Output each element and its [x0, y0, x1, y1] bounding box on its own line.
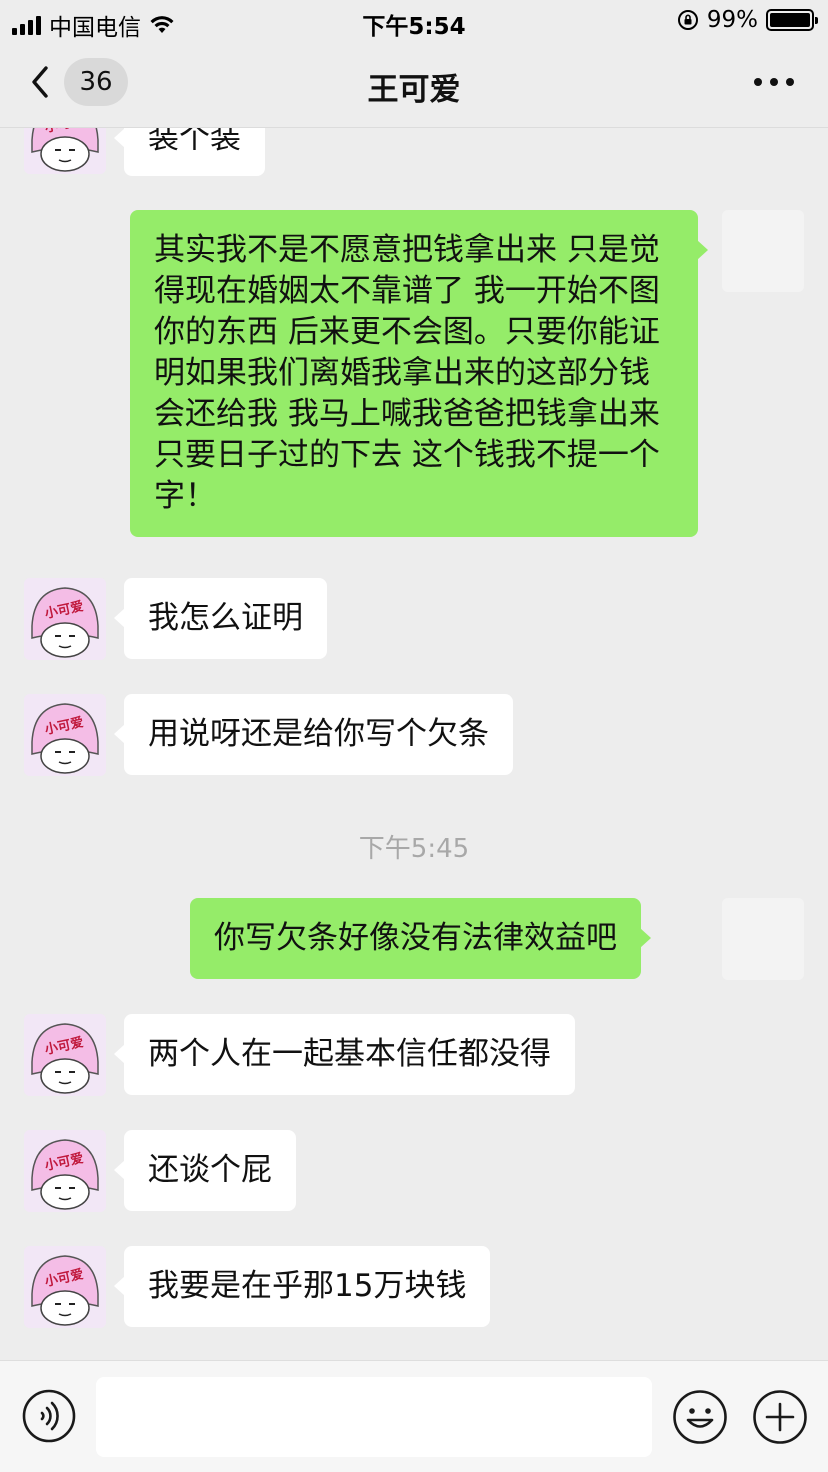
- my-avatar[interactable]: [722, 210, 804, 292]
- plus-icon[interactable]: [752, 1389, 808, 1445]
- battery-icon: [766, 9, 818, 31]
- contact-avatar[interactable]: 小可爱: [24, 1014, 106, 1096]
- message-bubble[interactable]: 其实我不是不愿意把钱拿出来 只是觉得现在婚姻太不靠谱了 我一开始不图你的东西 后…: [130, 210, 708, 537]
- meme-face-icon: 小可爱: [24, 694, 106, 776]
- message-timestamp: 下午5:45: [358, 834, 470, 864]
- meme-face-icon: 小可爱: [24, 128, 106, 174]
- contact-avatar[interactable]: 小可爱: [24, 1130, 106, 1212]
- contact-avatar[interactable]: 小可爱: [24, 694, 106, 776]
- more-dots-icon: [754, 78, 762, 86]
- message-bubble[interactable]: 我怎么证明: [114, 578, 327, 659]
- chat-area[interactable]: 小可爱 装个装 其实我不是不愿意把钱拿出来 只是觉得现在婚姻太不靠谱了 我一开始…: [0, 128, 828, 1360]
- meme-face-icon: 小可爱: [24, 1246, 106, 1328]
- chat-title: 王可爱: [367, 72, 461, 108]
- contact-avatar[interactable]: 小可爱: [24, 578, 106, 660]
- voice-icon[interactable]: [22, 1389, 76, 1443]
- meme-face-icon: 小可爱: [24, 1130, 106, 1212]
- message-bubble[interactable]: 两个人在一起基本信任都没得: [114, 1014, 575, 1095]
- contact-avatar[interactable]: 小可爱: [24, 128, 106, 174]
- more-dot: [770, 78, 778, 86]
- contact-avatar[interactable]: 小可爱: [24, 1246, 106, 1328]
- message-input[interactable]: [96, 1377, 652, 1457]
- status-bar: 中国电信 下午5:54 99%: [0, 0, 828, 42]
- message-bubble[interactable]: 还谈个屁: [114, 1130, 296, 1211]
- rotation-lock-icon: [677, 10, 698, 30]
- message-bubble[interactable]: 你写欠条好像没有法律效益吧: [190, 898, 651, 979]
- my-avatar[interactable]: [722, 898, 804, 980]
- battery-percent: 99%: [706, 7, 758, 33]
- status-right: 99%: [677, 7, 818, 33]
- nav-bar: 36 王可爱: [0, 42, 828, 128]
- message-bubble[interactable]: 装个装: [114, 128, 265, 176]
- meme-face-icon: 小可爱: [24, 578, 106, 660]
- message-bubble[interactable]: 我要是在乎那15万块钱: [113, 1246, 491, 1327]
- input-bar: [0, 1360, 828, 1472]
- meme-face-icon: 小可爱: [24, 1014, 106, 1096]
- emoji-icon[interactable]: [672, 1389, 728, 1445]
- more-dot: [786, 78, 794, 86]
- more-button[interactable]: [754, 78, 794, 86]
- message-bubble[interactable]: 用说呀还是给你写个欠条: [114, 694, 513, 775]
